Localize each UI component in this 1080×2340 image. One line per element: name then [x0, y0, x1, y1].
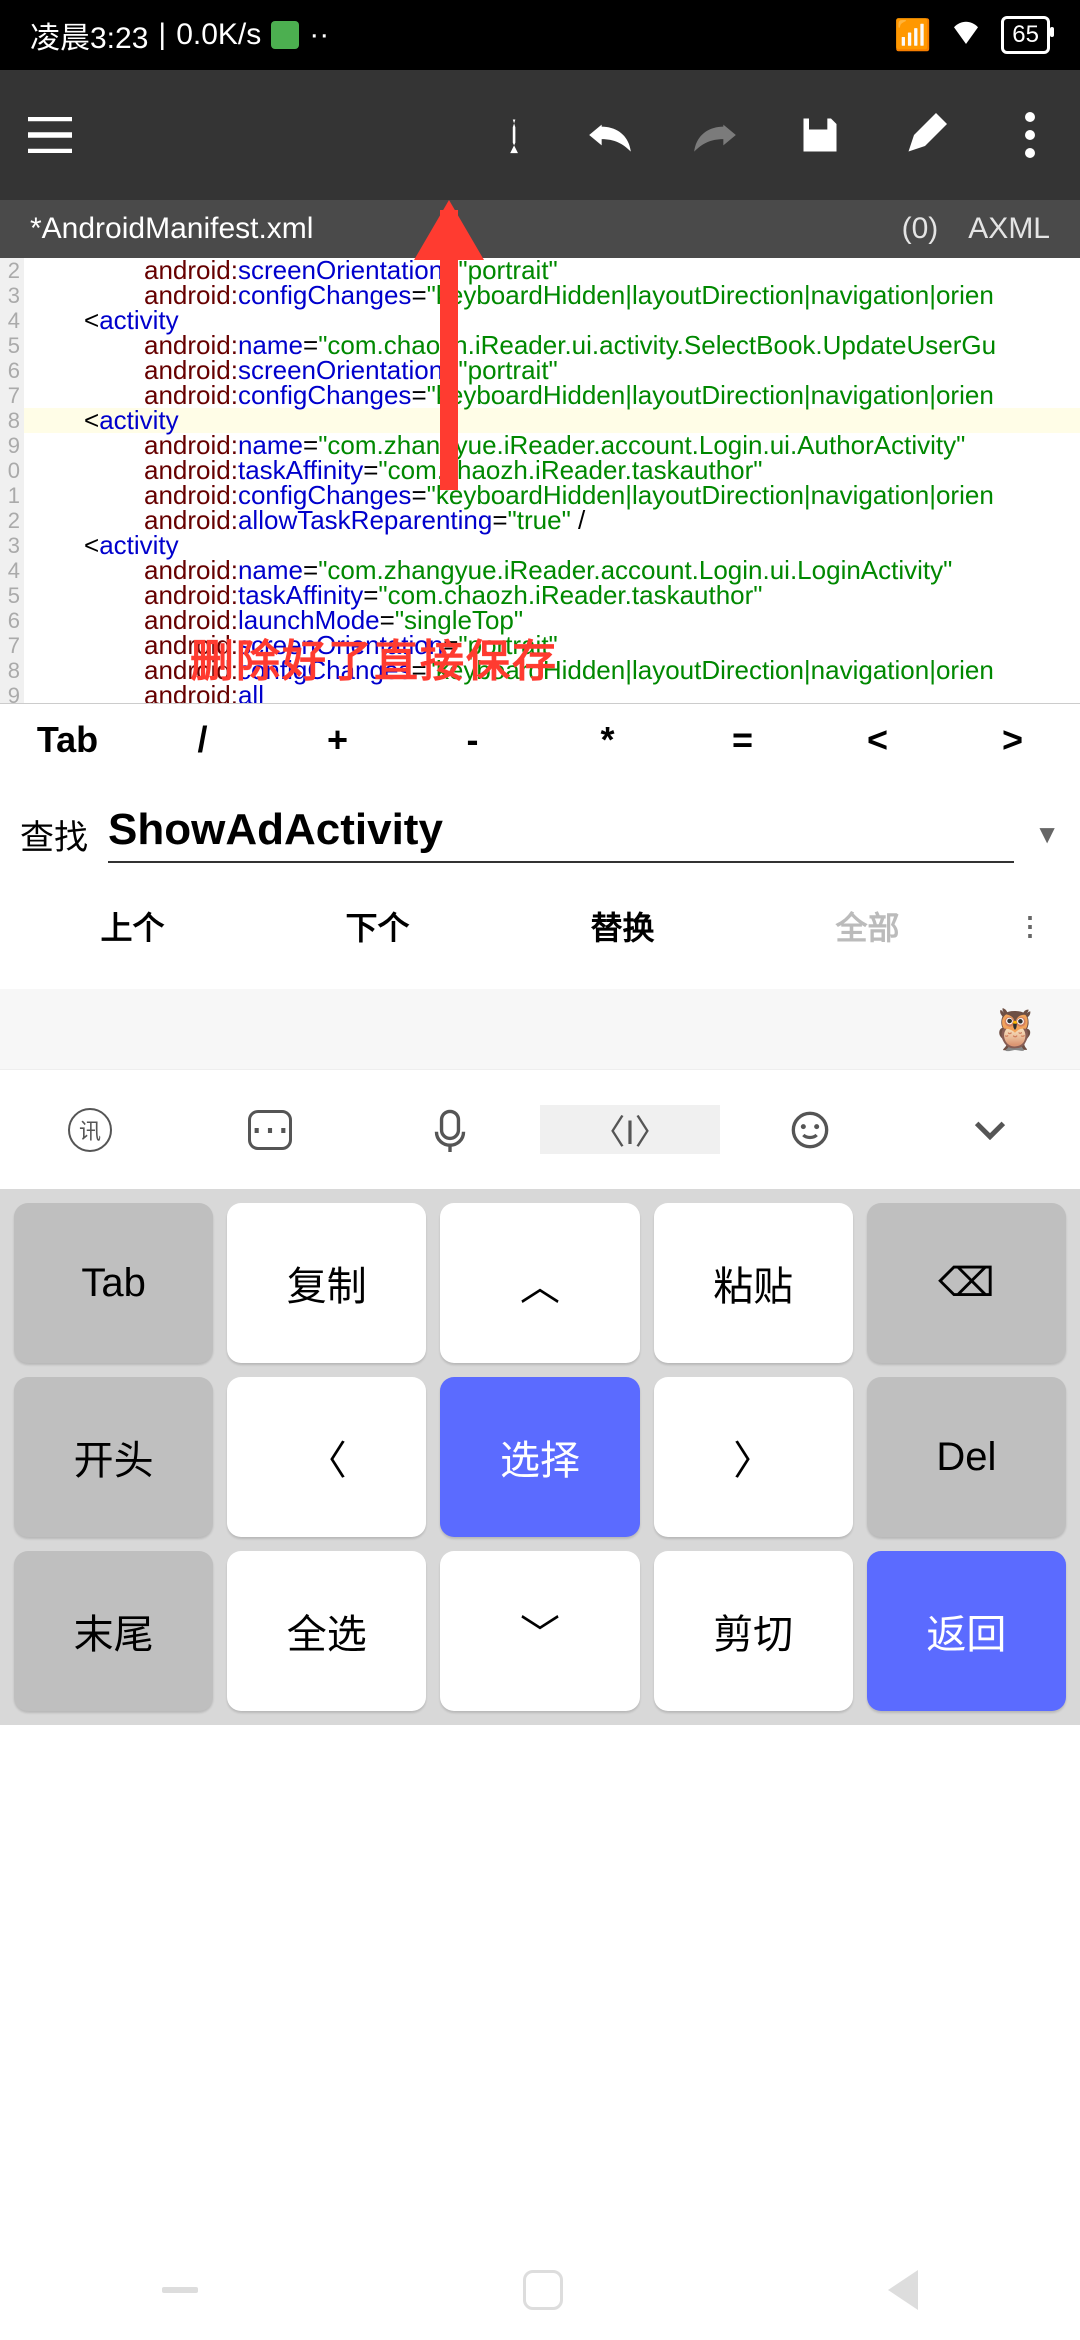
kb-toolbar-button[interactable]: [900, 1120, 1080, 1140]
search-label: 查找: [20, 810, 88, 859]
search-input[interactable]: [108, 805, 1014, 863]
symbol-key[interactable]: Tab: [0, 719, 135, 761]
symbol-key[interactable]: +: [270, 719, 405, 761]
keyboard-key[interactable]: 选择: [440, 1377, 639, 1537]
find-more-button[interactable]: ⋮: [990, 911, 1070, 942]
pin-button[interactable]: [475, 105, 535, 165]
line-gutter: 234567890123456789: [0, 258, 24, 703]
time-label: 凌晨3:23: [30, 13, 148, 57]
find-prev-button[interactable]: 上个: [10, 903, 255, 949]
kb-toolbar-button[interactable]: [720, 1110, 900, 1150]
code-line[interactable]: android:allowTaskReparenting="true" /: [24, 508, 1080, 533]
symbol-key[interactable]: -: [405, 719, 540, 761]
symbol-key[interactable]: *: [540, 719, 675, 761]
keyboard-toolbar: 讯⋯ 〈I〉: [0, 1069, 1080, 1189]
keyboard-key[interactable]: 全选: [227, 1551, 426, 1711]
file-type: AXML: [968, 212, 1050, 246]
more-button[interactable]: [1000, 105, 1060, 165]
signal-icon: 📶: [894, 18, 931, 53]
keyboard-key[interactable]: 〈: [227, 1377, 426, 1537]
symbol-key[interactable]: /: [135, 719, 270, 761]
nav-bar: [0, 2260, 1080, 2320]
symbol-row: Tab/+-*=<>: [0, 703, 1080, 775]
home-button[interactable]: [523, 2270, 563, 2310]
symbol-key[interactable]: <: [810, 719, 945, 761]
menu-button[interactable]: [20, 105, 80, 165]
replace-button[interactable]: 替换: [500, 903, 745, 949]
edit-button[interactable]: [895, 105, 955, 165]
symbol-key[interactable]: >: [945, 719, 1080, 761]
kb-toolbar-button[interactable]: 〈I〉: [540, 1105, 720, 1154]
keyboard-key[interactable]: 末尾: [14, 1551, 213, 1711]
undo-button[interactable]: [580, 105, 640, 165]
recent-apps-button[interactable]: [162, 2287, 198, 2293]
keyboard-key[interactable]: 〉: [654, 1377, 853, 1537]
keyboard-key[interactable]: ︿: [440, 1203, 639, 1363]
file-tab[interactable]: *AndroidManifest.xml (0) AXML: [0, 200, 1080, 258]
keyboard: Tab复制︿粘贴⌫ 开头〈选择〉Del 末尾全选﹀剪切返回: [0, 1189, 1080, 1725]
annotation-text: 删除好了直接保存: [190, 625, 558, 689]
keyboard-key[interactable]: Del: [867, 1377, 1066, 1537]
kb-toolbar-button[interactable]: ⋯: [180, 1110, 360, 1150]
redo-button[interactable]: [685, 105, 745, 165]
status-bar: 凌晨3:23 | 0.0K/s ·· 📶 65: [0, 0, 1080, 70]
keyboard-key[interactable]: 剪切: [654, 1551, 853, 1711]
keyboard-key[interactable]: ﹀: [440, 1551, 639, 1711]
wifi-icon: [951, 18, 981, 52]
keyboard-key[interactable]: 粘贴: [654, 1203, 853, 1363]
code-line[interactable]: android:configChanges="keyboardHidden|la…: [24, 383, 1080, 408]
suggestion-bar: 🦉: [0, 989, 1080, 1069]
keyboard-key[interactable]: Tab: [14, 1203, 213, 1363]
toolbar: [0, 70, 1080, 200]
replace-all-button[interactable]: 全部: [745, 903, 990, 949]
battery-icon: 65: [1001, 16, 1050, 54]
symbol-key[interactable]: =: [675, 719, 810, 761]
code-line[interactable]: android:configChanges="keyboardHidden|la…: [24, 283, 1080, 308]
kb-toolbar-button[interactable]: 讯: [0, 1108, 180, 1152]
keyboard-key[interactable]: ⌫: [867, 1203, 1066, 1363]
error-count: (0): [902, 212, 939, 246]
net-speed: 0.0K/s: [176, 18, 261, 52]
keyboard-key[interactable]: 复制: [227, 1203, 426, 1363]
save-button[interactable]: [790, 105, 850, 165]
annotation-arrow: [440, 210, 458, 490]
find-next-button[interactable]: 下个: [255, 903, 500, 949]
search-dropdown-icon[interactable]: ▼: [1034, 819, 1060, 850]
emoji-suggestion[interactable]: 🦉: [990, 1006, 1040, 1053]
find-actions: 上个 下个 替换 全部 ⋮: [0, 873, 1080, 989]
search-panel: 查找 ▼: [0, 775, 1080, 873]
kb-toolbar-button[interactable]: [360, 1108, 540, 1152]
keyboard-key[interactable]: 开头: [14, 1377, 213, 1537]
back-button[interactable]: [888, 2270, 918, 2310]
keyboard-key[interactable]: 返回: [867, 1551, 1066, 1711]
app-indicator-icon: [271, 21, 299, 49]
